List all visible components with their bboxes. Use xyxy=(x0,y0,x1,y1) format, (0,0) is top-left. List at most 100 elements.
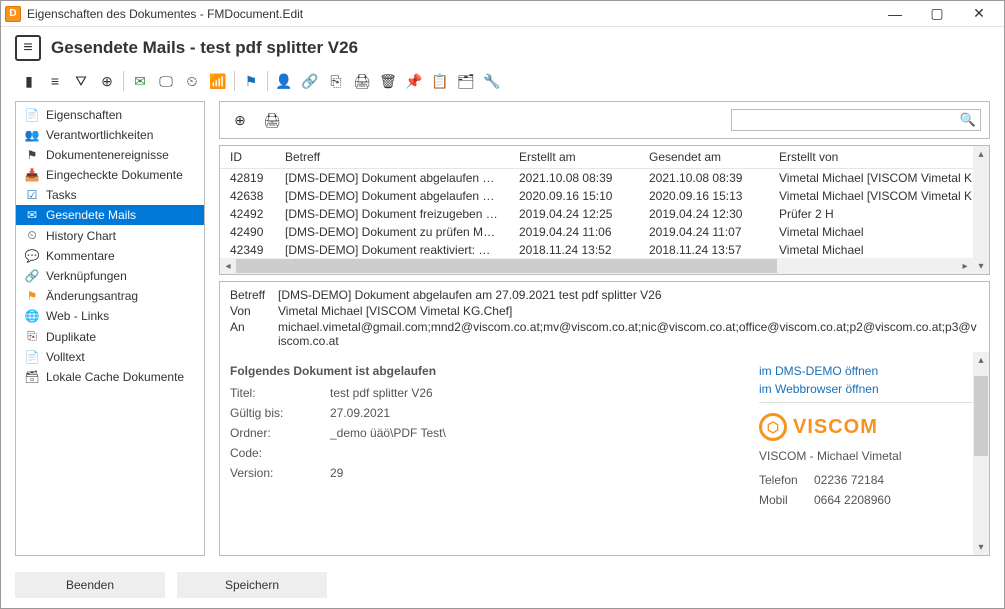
table-hscroll[interactable]: ◂ ▸ xyxy=(220,258,973,274)
sidebar-icon: 🔗 xyxy=(24,269,40,283)
mail-check-icon[interactable]: ✉ xyxy=(128,69,152,93)
col-id[interactable]: ID xyxy=(220,146,275,169)
cell-erstellt: 2020.09.16 15:10 xyxy=(509,187,639,205)
doc-version: 29 xyxy=(330,466,343,480)
save-button[interactable]: Speichern xyxy=(177,572,327,598)
cell-gesendet: 2018.11.24 13:57 xyxy=(639,241,769,259)
sidebar-item--nderungsantrag[interactable]: ⚑Änderungsantrag xyxy=(16,286,204,306)
sidebar[interactable]: 📄Eigenschaften👥Verantwortlichkeiten⚑Doku… xyxy=(15,101,205,556)
sidebar-label: Gesendete Mails xyxy=(46,208,136,222)
scroll-left-icon[interactable]: ◂ xyxy=(220,258,236,274)
mail-header: Betreff [DMS-DEMO] Dokument abgelaufen a… xyxy=(220,282,989,352)
cell-betreff: [DMS-DEMO] Dokument abgelaufen a... xyxy=(275,169,509,188)
export-icon[interactable]: ⊕ xyxy=(228,108,252,132)
table-row[interactable]: 42349[DMS-DEMO] Dokument reaktiviert: MY… xyxy=(220,241,989,259)
sidebar-label: Duplikate xyxy=(46,330,96,344)
detail-scroll-up-icon[interactable]: ▴ xyxy=(973,352,989,368)
sidebar-label: Verantwortlichkeiten xyxy=(46,128,153,142)
print-list-icon[interactable]: 🖨 xyxy=(260,108,284,132)
sidebar-icon: ⚑ xyxy=(24,289,40,303)
open-in-dms-link[interactable]: im DMS-DEMO öffnen xyxy=(759,364,979,378)
doc-version-label: Version: xyxy=(230,466,330,480)
sidebar-item-gesendete-mails[interactable]: ✉Gesendete Mails xyxy=(16,205,204,225)
sidebar-item-verkn-pfungen[interactable]: 🔗 Verknüpfungen xyxy=(16,266,204,286)
table-row[interactable]: 42819[DMS-DEMO] Dokument abgelaufen a...… xyxy=(220,169,989,188)
table-row[interactable]: 42490[DMS-DEMO] Dokument zu prüfen MYC..… xyxy=(220,223,989,241)
minimize-button[interactable]: — xyxy=(874,2,916,26)
cell-id: 42492 xyxy=(220,205,275,223)
main: ⊕ 🖨 🔍 ID Betreff xyxy=(219,101,990,556)
monitor-icon[interactable]: 🖵 xyxy=(154,69,178,93)
doc-heading: Folgendes Dokument ist abgelaufen xyxy=(230,364,749,378)
open-in-browser-link[interactable]: im Webbrowser öffnen xyxy=(759,382,979,396)
detail-scroll-down-icon[interactable]: ▾ xyxy=(973,539,989,555)
print-icon[interactable]: 🖨 xyxy=(350,69,374,93)
divider xyxy=(759,402,979,403)
detail-vscroll[interactable]: ▴ ▾ xyxy=(973,352,989,555)
sidebar-icon: ☑ xyxy=(24,188,40,202)
mail-table[interactable]: ID Betreff Erstellt am Gesendet am Erste… xyxy=(219,145,990,275)
sidebar-item-duplikate[interactable]: ⎘Duplikate xyxy=(16,326,204,347)
scroll-down-icon[interactable]: ▾ xyxy=(973,258,989,274)
sidebar-item-web-links[interactable]: 🌐Web - Links xyxy=(16,306,204,326)
clock-icon[interactable]: ⏲ xyxy=(180,69,204,93)
col-gesendet[interactable]: Gesendet am xyxy=(639,146,769,169)
cell-gesendet: 2020.09.16 15:13 xyxy=(639,187,769,205)
cell-erstellt: 2018.11.24 13:52 xyxy=(509,241,639,259)
db-icon[interactable]: ▮ xyxy=(17,69,41,93)
sidebar-item-history-chart[interactable]: ⏲ History Chart xyxy=(16,225,204,246)
trash-icon[interactable]: 🗑 xyxy=(376,69,400,93)
viscom-logo: ⬡ VISCOM xyxy=(759,413,979,441)
table-vscroll[interactable]: ▴ ▾ xyxy=(973,146,989,274)
table-row[interactable]: 42638[DMS-DEMO] Dokument abgelaufen a...… xyxy=(220,187,989,205)
user-icon[interactable]: 👤 xyxy=(272,69,296,93)
sidebar-item-kommentare[interactable]: 💬Kommentare xyxy=(16,246,204,266)
sidebar-item-volltext[interactable]: 📄Volltext xyxy=(16,347,204,367)
sidebar-item-eingecheckte-dokumente[interactable]: 📥Eingecheckte Dokumente xyxy=(16,165,204,185)
close-button-footer[interactable]: Beenden xyxy=(15,572,165,598)
list-icon[interactable]: ≡ xyxy=(43,69,67,93)
sidebar-label: Verknüpfungen xyxy=(46,269,127,283)
sidebar-item-eigenschaften[interactable]: 📄Eigenschaften xyxy=(16,105,204,125)
cell-id: 42349 xyxy=(220,241,275,259)
sidebar-item-lokale-cache-dokumente[interactable]: 🗃Lokale Cache Dokumente xyxy=(16,367,204,387)
flag-icon[interactable]: ⚑ xyxy=(239,69,263,93)
doc-ordner: _demo üäö\PDF Test\ xyxy=(330,426,446,440)
copy-icon[interactable]: ⎘ xyxy=(324,69,348,93)
clipboard-icon[interactable]: 📋 xyxy=(428,69,452,93)
sidebar-item-tasks[interactable]: ☑Tasks xyxy=(16,185,204,205)
doc-titel: test pdf splitter V26 xyxy=(330,386,433,400)
card-icon[interactable]: 🗂 xyxy=(454,69,478,93)
search-icon[interactable]: 🔍 xyxy=(960,112,976,128)
sidebar-item-verantwortlichkeiten[interactable]: 👥Verantwortlichkeiten xyxy=(16,125,204,145)
search-input[interactable] xyxy=(736,112,960,128)
maximize-button[interactable]: ▢ xyxy=(916,2,958,26)
company-name: VISCOM - Michael Vimetal xyxy=(759,449,979,463)
col-erstellt[interactable]: Erstellt am xyxy=(509,146,639,169)
von-value: Vimetal Michael [VISCOM Vimetal KG.Chef] xyxy=(278,304,979,318)
toolbar-separator xyxy=(123,71,124,91)
sidebar-icon: ⏲ xyxy=(24,228,40,243)
tel-label: Telefon xyxy=(759,473,814,487)
sidebar-label: History Chart xyxy=(46,229,116,243)
scroll-right-icon[interactable]: ▸ xyxy=(957,258,973,274)
betreff-label: Betreff xyxy=(230,288,278,302)
col-betreff[interactable]: Betreff xyxy=(275,146,509,169)
link-icon[interactable]: 🔗 xyxy=(298,69,322,93)
broadcast-icon[interactable]: 📶 xyxy=(206,69,230,93)
titlebar: D Eigenschaften des Dokumentes - FMDocum… xyxy=(1,1,1004,27)
scroll-up-icon[interactable]: ▴ xyxy=(973,146,989,162)
pin-icon[interactable]: 📌 xyxy=(402,69,426,93)
wrench-icon[interactable]: 🔧 xyxy=(480,69,504,93)
sidebar-item-dokumentenereignisse[interactable]: ⚑Dokumentenereignisse xyxy=(16,145,204,165)
logo-mark-icon: ⬡ xyxy=(759,413,787,441)
table-row[interactable]: 42492[DMS-DEMO] Dokument freizugeben M..… xyxy=(220,205,989,223)
page-title: Gesendete Mails - test pdf splitter V26 xyxy=(51,38,358,58)
an-label: An xyxy=(230,320,278,348)
col-von[interactable]: Erstellt von xyxy=(769,146,989,169)
close-button[interactable]: ✕ xyxy=(958,2,1000,26)
filter-icon[interactable]: ⛛ xyxy=(69,69,93,93)
cell-betreff: [DMS-DEMO] Dokument freizugeben M... xyxy=(275,205,509,223)
search-box[interactable]: 🔍 xyxy=(731,109,981,131)
globe-icon[interactable]: ⊕ xyxy=(95,69,119,93)
